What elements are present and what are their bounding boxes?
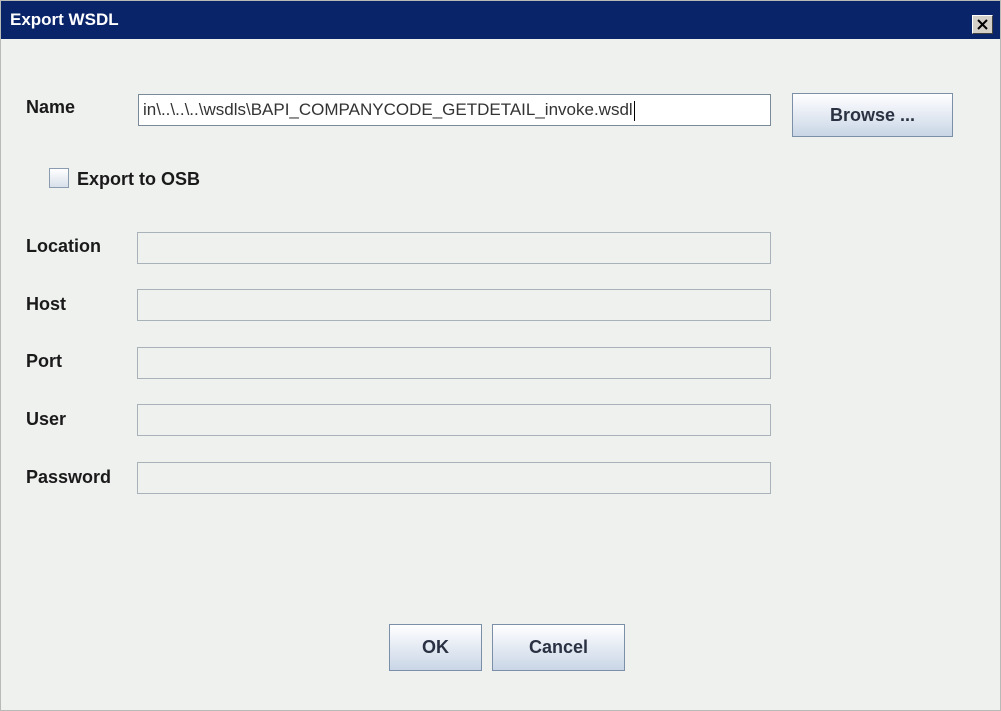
export-to-osb-checkbox[interactable]	[49, 168, 69, 188]
close-button[interactable]	[972, 15, 993, 34]
export-wsdl-dialog: Export WSDL Name in\..\..\..\wsdls\BAPI_…	[0, 0, 1001, 711]
password-field[interactable]	[137, 462, 771, 494]
port-field[interactable]	[137, 347, 771, 379]
user-label: User	[26, 409, 67, 429]
location-field[interactable]	[137, 232, 771, 264]
cancel-button[interactable]: Cancel	[492, 624, 625, 671]
browse-button[interactable]: Browse ...	[792, 93, 953, 137]
title-bar: Export WSDL	[1, 1, 1000, 39]
port-label: Port	[26, 351, 62, 371]
export-to-osb-label: Export to OSB	[77, 169, 201, 189]
text-caret	[633, 100, 635, 121]
password-label: Password	[26, 467, 112, 487]
name-input-value: in\..\..\..\wsdls\BAPI_COMPANYCODE_GETDE…	[143, 100, 633, 119]
location-label: Location	[26, 236, 101, 256]
name-input[interactable]: in\..\..\..\wsdls\BAPI_COMPANYCODE_GETDE…	[138, 94, 771, 126]
ok-button[interactable]: OK	[389, 624, 482, 671]
close-icon	[977, 19, 988, 30]
user-field[interactable]	[137, 404, 771, 436]
host-label: Host	[26, 294, 66, 314]
window-title: Export WSDL	[10, 10, 119, 29]
name-label: Name	[26, 97, 76, 117]
host-field[interactable]	[137, 289, 771, 321]
